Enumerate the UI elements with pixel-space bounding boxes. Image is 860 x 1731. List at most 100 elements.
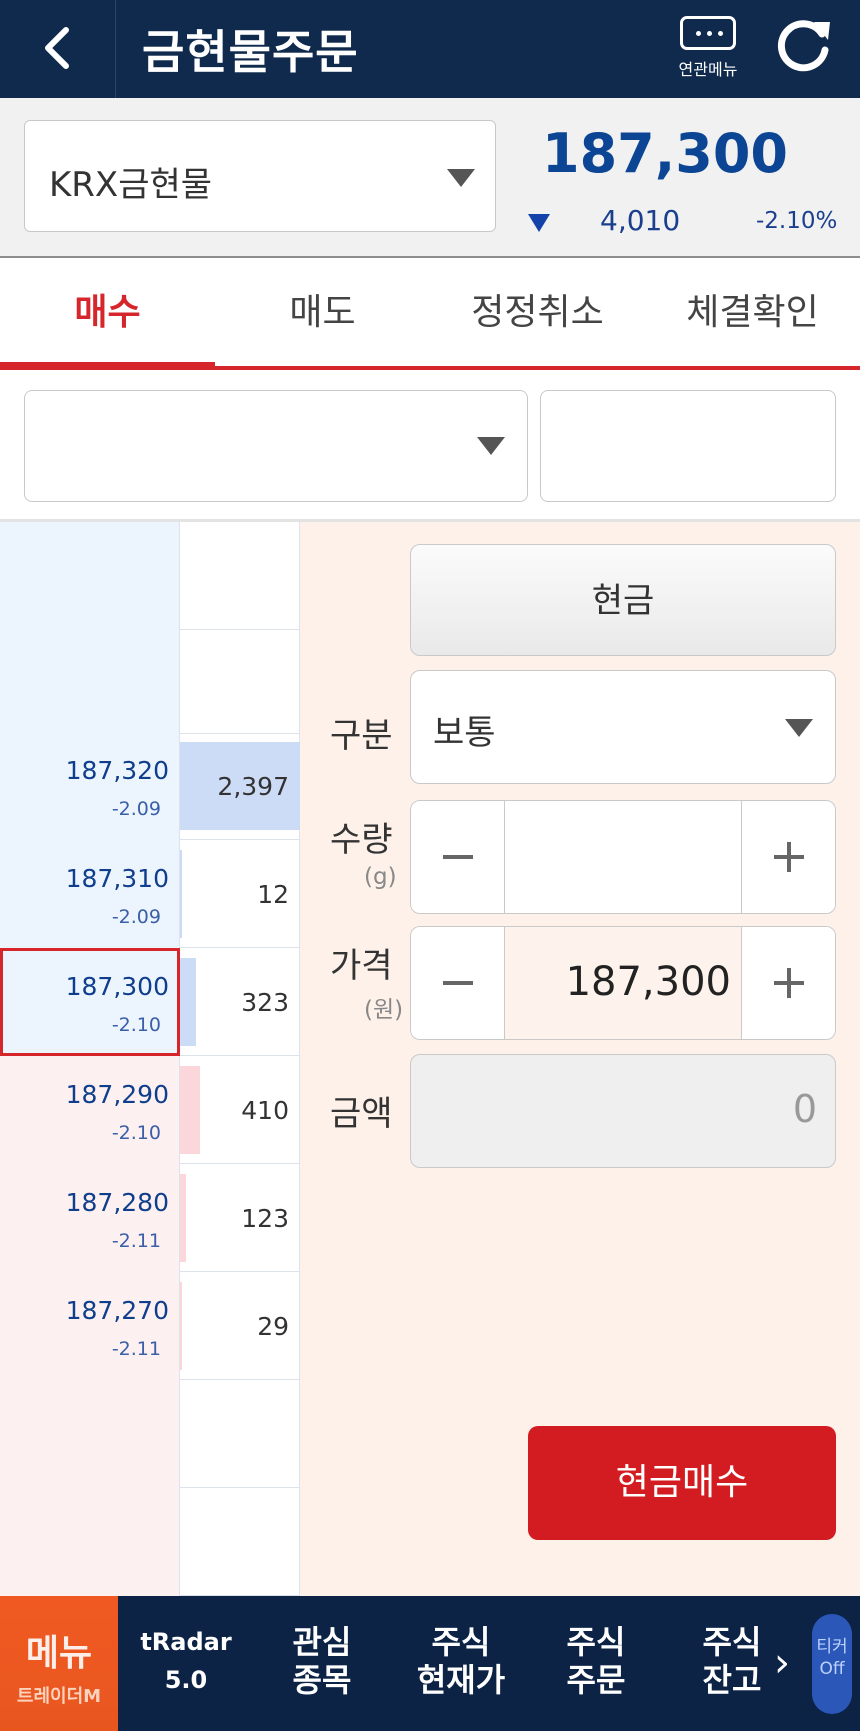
current-price: 187,300 (542, 122, 788, 185)
orderbook-row[interactable]: 187,310 -2.09 12 (0, 840, 300, 948)
price-change-percent: -2.10% (756, 208, 838, 234)
orderbook-qty-cell: 29 (180, 1272, 300, 1380)
orderbook-qty-cell: 410 (180, 1056, 300, 1164)
refresh-icon (777, 20, 830, 72)
orderbook-qty-cell (180, 626, 300, 734)
triangle-down-icon (785, 719, 813, 737)
tab-buy[interactable]: 매수 (0, 260, 215, 370)
orderbook-volume-bar (180, 850, 182, 938)
orderbook-price: 187,280 (65, 1188, 169, 1217)
orderbook-qty-cell: 12 (180, 840, 300, 948)
orderbook-price-cell: 187,310 -2.09 (0, 840, 180, 948)
tab-modify-cancel[interactable]: 정정취소 (430, 260, 645, 366)
orderbook-price-cell: 187,270 -2.11 (0, 1272, 180, 1380)
order-type-select[interactable]: 보통 (410, 670, 836, 784)
stock-summary: KRX금현물 187,300 4,010 -2.10% (0, 98, 860, 258)
app-header: 금현물주문 연관메뉴 (0, 0, 860, 98)
refresh-button[interactable] (770, 14, 836, 80)
nav-stock-quote[interactable]: 주식 현재가 (396, 1596, 526, 1731)
chevron-right-icon[interactable]: › (774, 1640, 790, 1686)
price-minus-button[interactable] (411, 927, 505, 1039)
stock-select[interactable]: KRX금현물 (24, 120, 496, 232)
amount-field: 0 (410, 1054, 836, 1168)
quantity-label: 수량 (330, 820, 393, 860)
order-type-value: 보통 (433, 713, 496, 753)
orderbook-row[interactable]: 187,320 -2.09 2,397 (0, 732, 300, 840)
password-input[interactable] (540, 390, 836, 502)
quantity-unit: (g) (364, 864, 397, 890)
orderbook-qty-cell: 323 (180, 948, 300, 1056)
quantity-plus-button[interactable] (741, 801, 835, 913)
account-select[interactable] (24, 390, 528, 502)
orderbook-quantity: 123 (241, 1204, 289, 1233)
cash-button[interactable]: 현금 (410, 544, 836, 656)
orderbook-price-cell (0, 1380, 180, 1488)
orderbook-price-cell: 187,280 -2.11 (0, 1164, 180, 1272)
more-dots-icon (680, 16, 736, 50)
orderbook-price-cell (0, 626, 180, 734)
orderbook-volume-bar (180, 1282, 182, 1370)
orderbook-percent: -2.09 (111, 798, 161, 820)
orderbook-price: 187,310 (65, 864, 169, 893)
orderbook-row[interactable]: 187,290 -2.10 410 (0, 1056, 300, 1164)
orderbook-quantity: 2,397 (217, 772, 289, 801)
orderbook-row (0, 626, 300, 734)
ticker-toggle[interactable]: 티커 Off (812, 1614, 852, 1714)
price-unit: (원) (364, 997, 404, 1023)
quantity-minus-button[interactable] (411, 801, 505, 913)
orderbook-row (0, 1380, 300, 1488)
orderbook-price-cell: 187,320 -2.09 (0, 732, 180, 840)
orderbook-price-cell: 187,290 -2.10 (0, 1056, 180, 1164)
nav-watchlist[interactable]: 관심 종목 (262, 1596, 382, 1731)
tab-execution-check[interactable]: 체결확인 (645, 260, 860, 366)
triangle-down-icon (447, 169, 475, 187)
orderbook-percent: -2.10 (111, 1122, 161, 1144)
quantity-input[interactable] (505, 801, 741, 913)
orderbook-qty-cell (180, 1488, 300, 1596)
minus-icon (443, 855, 473, 859)
orderbook-volume-bar (180, 1174, 186, 1262)
triangle-down-icon (477, 437, 505, 455)
orderbook-quantity: 12 (257, 880, 289, 909)
orderbook-price-cell (0, 1488, 180, 1596)
orderbook-row (0, 522, 300, 630)
minus-icon (443, 981, 473, 985)
orderbook-row[interactable]: 187,270 -2.11 29 (0, 1272, 300, 1380)
menu-button[interactable]: 메뉴 트레이더M (0, 1596, 118, 1731)
amount-value: 0 (792, 1087, 817, 1131)
price-stepper: 187,300 (410, 926, 836, 1040)
nav-stock-order[interactable]: 주식 주문 (536, 1596, 656, 1731)
orderbook-price-cell (0, 522, 180, 630)
orderbook-quantity: 323 (241, 988, 289, 1017)
nav-tradar[interactable]: tRadar 5.0 (130, 1596, 242, 1731)
price-change: 4,010 (600, 204, 681, 237)
related-menu-label: 연관메뉴 (678, 60, 738, 79)
orderbook-volume-bar (180, 1066, 200, 1154)
orderbook-price: 187,270 (65, 1296, 169, 1325)
orderbook-quantity: 29 (257, 1312, 289, 1341)
cash-buy-button[interactable]: 현금매수 (528, 1426, 836, 1540)
orderbook-percent: -2.11 (111, 1230, 161, 1252)
related-menu-button[interactable]: 연관메뉴 (670, 12, 750, 86)
amount-label: 금액 (330, 1094, 393, 1134)
tab-sell[interactable]: 매도 (215, 260, 430, 366)
price-input[interactable]: 187,300 (505, 927, 741, 1039)
orderbook-percent: -2.11 (111, 1338, 161, 1360)
quantity-stepper (410, 800, 836, 914)
orderbook-volume-bar (180, 958, 196, 1046)
orderbook-quantity: 410 (241, 1096, 289, 1125)
price-plus-button[interactable] (741, 927, 835, 1039)
orderbook-qty-cell (180, 1380, 300, 1488)
orderbook-row[interactable]: 187,280 -2.11 123 (0, 1164, 300, 1272)
page-title: 금현물주문 (142, 25, 359, 79)
chevron-left-icon (45, 27, 69, 69)
back-button[interactable] (0, 0, 116, 98)
orderbook-percent: -2.09 (111, 906, 161, 928)
orderbook-row[interactable]: 187,300 -2.10 323 (0, 948, 300, 1056)
orderbook: 187,320 -2.09 2,397 187,310 -2.09 12 187,300 -2… (0, 522, 300, 1596)
menu-sub-label: 트레이더M (16, 1686, 102, 1707)
orderbook-qty-cell: 2,397 (180, 732, 300, 840)
down-arrow-icon (528, 214, 550, 232)
orderbook-qty-cell: 123 (180, 1164, 300, 1272)
bottom-nav: 메뉴 트레이더M tRadar 5.0 관심 종목 주식 현재가 주식 주문 주… (0, 1596, 860, 1731)
